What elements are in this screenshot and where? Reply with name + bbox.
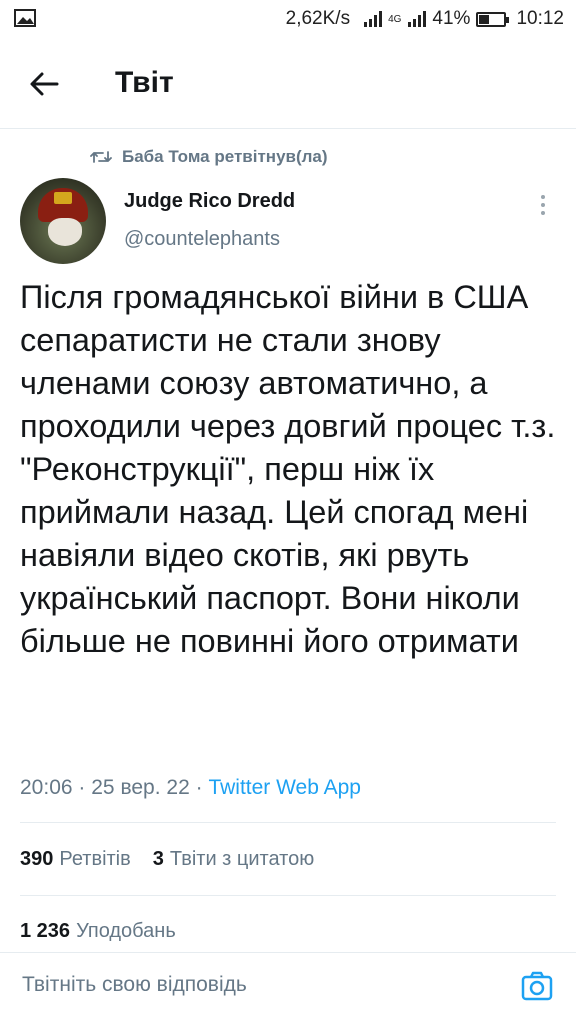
avatar[interactable] [20, 178, 106, 264]
tweet-time: 20:06 [20, 776, 73, 799]
battery-percent: 41% [432, 8, 471, 29]
page-title: Твіт [115, 66, 174, 99]
reply-input[interactable]: Твітніть свою відповідь [22, 973, 247, 997]
retweet-icon [90, 151, 112, 163]
engagement-stats: 390 Ретвітів 3 Твіти з цитатою [20, 848, 314, 871]
status-bar: 2,62K/s 4G 41% 10:12 [0, 0, 576, 38]
reply-bar: Твітніть свою відповідь [0, 952, 576, 1025]
tweet-date: 25 вер. 22 [91, 776, 190, 799]
tweet-source-link[interactable]: Twitter Web App [208, 776, 361, 799]
signal-icon [364, 11, 383, 27]
tweet-text: Після громадянської війни в США сепарати… [20, 279, 565, 659]
clock: 10:12 [516, 8, 564, 29]
network-type: 4G [388, 13, 402, 25]
image-notification-icon [14, 9, 36, 33]
header: Твіт [0, 40, 576, 129]
retweet-context[interactable]: Баба Тома ретвітнув(ла) [90, 147, 328, 167]
battery-icon [476, 11, 510, 27]
author-handle[interactable]: @countelephants [124, 228, 280, 251]
more-options-icon[interactable] [530, 190, 556, 220]
network-speed: 2,62K/s [285, 8, 351, 29]
camera-icon[interactable] [520, 969, 554, 1003]
divider [20, 822, 556, 823]
back-button[interactable] [22, 62, 66, 106]
retweets-stat[interactable]: 390 Ретвітів [20, 848, 131, 871]
likes-stats: 1 236 Уподобань [20, 920, 176, 943]
author-name[interactable]: Judge Rico Dredd [124, 190, 295, 213]
divider [20, 895, 556, 896]
likes-stat[interactable]: 1 236 Уподобань [20, 920, 176, 943]
arrow-left-icon [30, 72, 59, 96]
retweet-context-label: Баба Тома ретвітнув(ла) [122, 147, 328, 166]
quotes-stat[interactable]: 3 Твіти з цитатою [153, 848, 314, 871]
signal-4g-icon [408, 11, 427, 27]
tweet-meta: 20:06 · 25 вер. 22 · Twitter Web App [20, 776, 361, 799]
